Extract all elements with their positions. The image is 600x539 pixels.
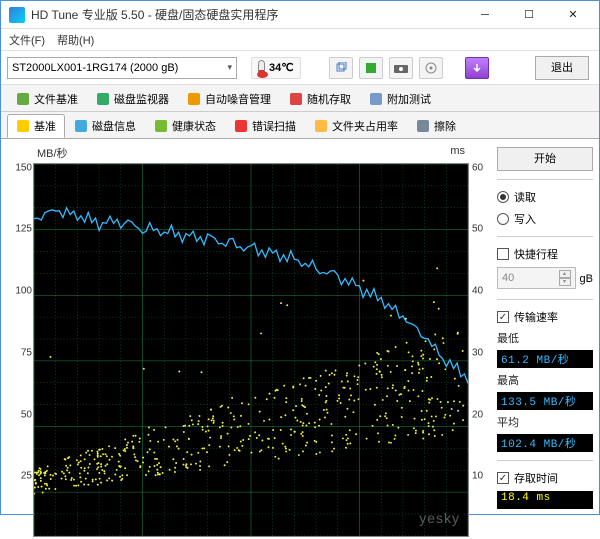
start-button[interactable]: 开始 [497, 147, 593, 171]
settings-button[interactable] [419, 57, 443, 79]
min-label: 最低 [497, 330, 593, 346]
tab-info[interactable]: 磁盘信息 [65, 114, 145, 138]
tab-disk[interactable]: 磁盘监视器 [87, 87, 178, 111]
tab-extra[interactable]: 附加测试 [360, 87, 440, 111]
tab-random[interactable]: 随机存取 [280, 87, 360, 111]
read-radio[interactable]: 读取 [497, 188, 593, 206]
avg-value: 102.4 MB/秒 [497, 434, 593, 452]
tab-erase[interactable]: 擦除 [407, 114, 465, 138]
tab-folder[interactable]: 文件夹占用率 [305, 114, 407, 138]
drive-select-value: ST2000LX001-1RG174 (2000 gB) [12, 62, 178, 74]
write-radio[interactable]: 写入 [497, 210, 593, 228]
copy-button[interactable] [329, 57, 353, 79]
tab-health[interactable]: 健康状态 [145, 114, 225, 138]
app-icon [9, 7, 25, 23]
drive-select[interactable]: ST2000LX001-1RG174 (2000 gB) ▾ [7, 57, 237, 79]
temperature-value: 34℃ [269, 61, 294, 74]
y-axis-left-label: MB/秒 [37, 145, 68, 161]
y-axis-right-label: ms [450, 145, 465, 161]
tab-bulb[interactable]: 基准 [7, 114, 65, 138]
temperature-display: 34℃ [251, 57, 301, 79]
benchmark-chart: 150125100755025 605040302010 yesky [33, 163, 469, 537]
menu-help[interactable]: 帮助(H) [57, 32, 94, 48]
tab-error[interactable]: 错误扫描 [225, 114, 305, 138]
menu-file[interactable]: 文件(F) [9, 32, 45, 48]
avg-label: 平均 [497, 414, 593, 430]
thermometer-icon [258, 60, 265, 76]
minimize-button[interactable]: ─ [463, 1, 507, 29]
window-title: HD Tune 专业版 5.50 - 硬盘/固态硬盘实用程序 [31, 6, 463, 23]
min-value: 61.2 MB/秒 [497, 350, 593, 368]
tab-speaker[interactable]: 自动噪音管理 [178, 87, 280, 111]
stroke-input: 40 ▴▾ [497, 267, 576, 289]
access-time-check[interactable]: ✓存取时间 [497, 469, 593, 487]
screenshot-button[interactable] [389, 57, 413, 79]
maximize-button[interactable]: ☐ [507, 1, 551, 29]
tab-file[interactable]: 文件基准 [7, 87, 87, 111]
max-label: 最高 [497, 372, 593, 388]
shortstroke-check[interactable]: 快捷行程 [497, 245, 593, 263]
close-button[interactable]: ✕ [551, 1, 595, 29]
stroke-unit: gB [580, 273, 593, 285]
save-button[interactable] [359, 57, 383, 79]
chevron-down-icon: ▾ [227, 62, 232, 73]
max-value: 133.5 MB/秒 [497, 392, 593, 410]
transfer-rate-check[interactable]: ✓传输速率 [497, 308, 593, 326]
action-button[interactable] [465, 57, 489, 79]
exit-button[interactable]: 退出 [535, 56, 589, 80]
access-value: 18.4 ms [497, 491, 593, 509]
